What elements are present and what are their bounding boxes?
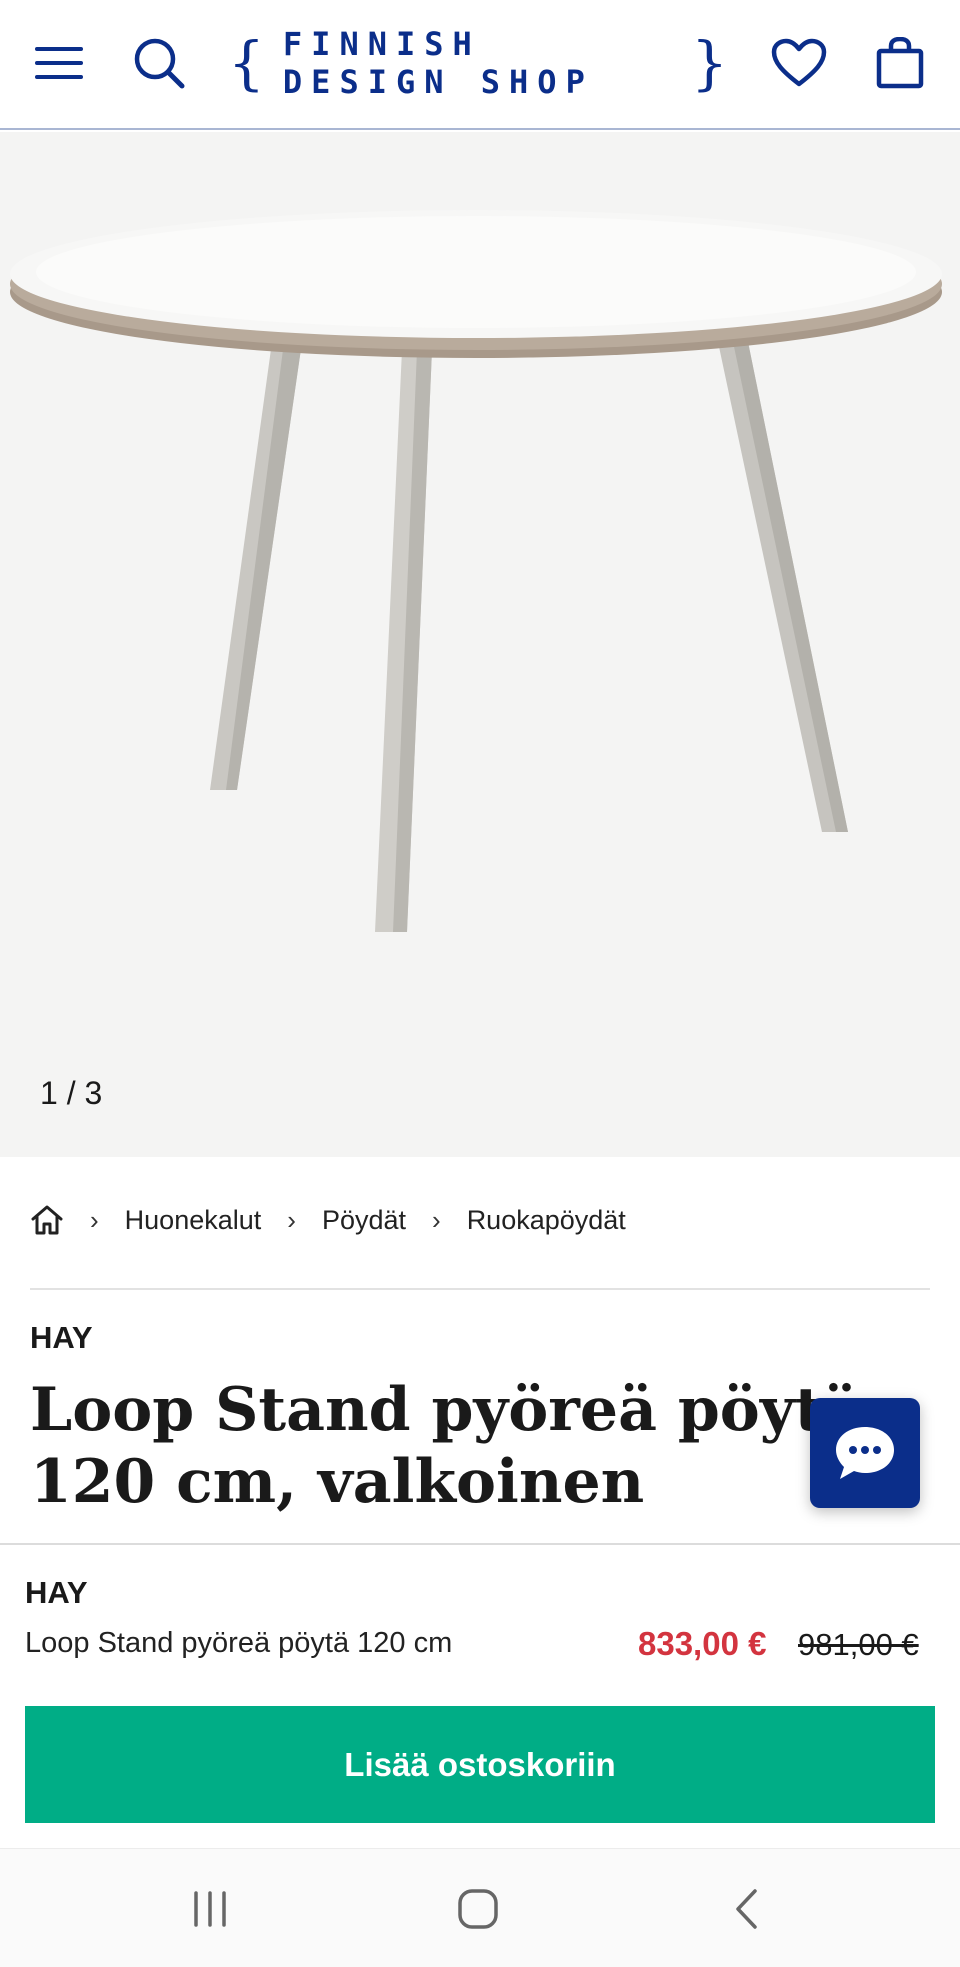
logo-text: FINNISH DESIGN SHOP	[282, 25, 594, 101]
shopping-bag-icon[interactable]	[865, 28, 935, 98]
breadcrumb-item-huonekalut[interactable]: Huonekalut	[125, 1205, 262, 1236]
sticky-purchase-bar: HAY Loop Stand pyöreä pöytä 120 cm 833,0…	[0, 1543, 960, 1848]
breadcrumb-item-poydat[interactable]: Pöydät	[322, 1205, 406, 1236]
image-counter: 1 / 3	[40, 1075, 103, 1111]
breadcrumb-item-ruokapoydat[interactable]: Ruokapöydät	[467, 1205, 626, 1236]
home-button-icon[interactable]	[443, 1879, 513, 1939]
original-price: 981,00 €	[798, 1627, 919, 1662]
breadcrumb-separator: ›	[287, 1204, 296, 1235]
search-icon[interactable]	[124, 28, 194, 98]
divider	[30, 1288, 930, 1290]
back-icon[interactable]	[712, 1879, 782, 1939]
sticky-product-name: Loop Stand pyöreä pöytä 120 cm	[25, 1627, 453, 1659]
breadcrumb: › Huonekalut › Pöydät › Ruokapöydät	[30, 1195, 626, 1245]
chat-bubble-icon	[836, 1427, 894, 1479]
product-title: Loop Stand pyöreä pöytä 120 cm, valkoine…	[30, 1375, 862, 1517]
breadcrumb-separator: ›	[90, 1204, 99, 1235]
product-image	[10, 210, 942, 932]
site-header: { FINNISH DESIGN SHOP }	[0, 0, 960, 130]
menu-icon[interactable]	[24, 28, 94, 98]
sticky-brand: HAY	[25, 1575, 88, 1610]
recent-apps-icon[interactable]	[175, 1879, 245, 1939]
chat-button[interactable]	[810, 1398, 920, 1508]
system-navigation-bar	[0, 1848, 960, 1967]
heart-icon[interactable]	[764, 28, 834, 98]
product-image-gallery[interactable]: 1 / 3	[0, 132, 960, 1157]
home-icon[interactable]	[30, 1204, 64, 1236]
logo-brace-left: {	[228, 29, 265, 97]
sale-price: 833,00 €	[638, 1625, 767, 1662]
product-brand[interactable]: HAY	[30, 1320, 93, 1356]
add-to-cart-button[interactable]: Lisää ostoskoriin	[25, 1706, 935, 1823]
logo-brace-right: }	[691, 29, 728, 97]
site-logo[interactable]: { FINNISH DESIGN SHOP }	[228, 25, 728, 101]
breadcrumb-separator: ›	[432, 1204, 441, 1235]
